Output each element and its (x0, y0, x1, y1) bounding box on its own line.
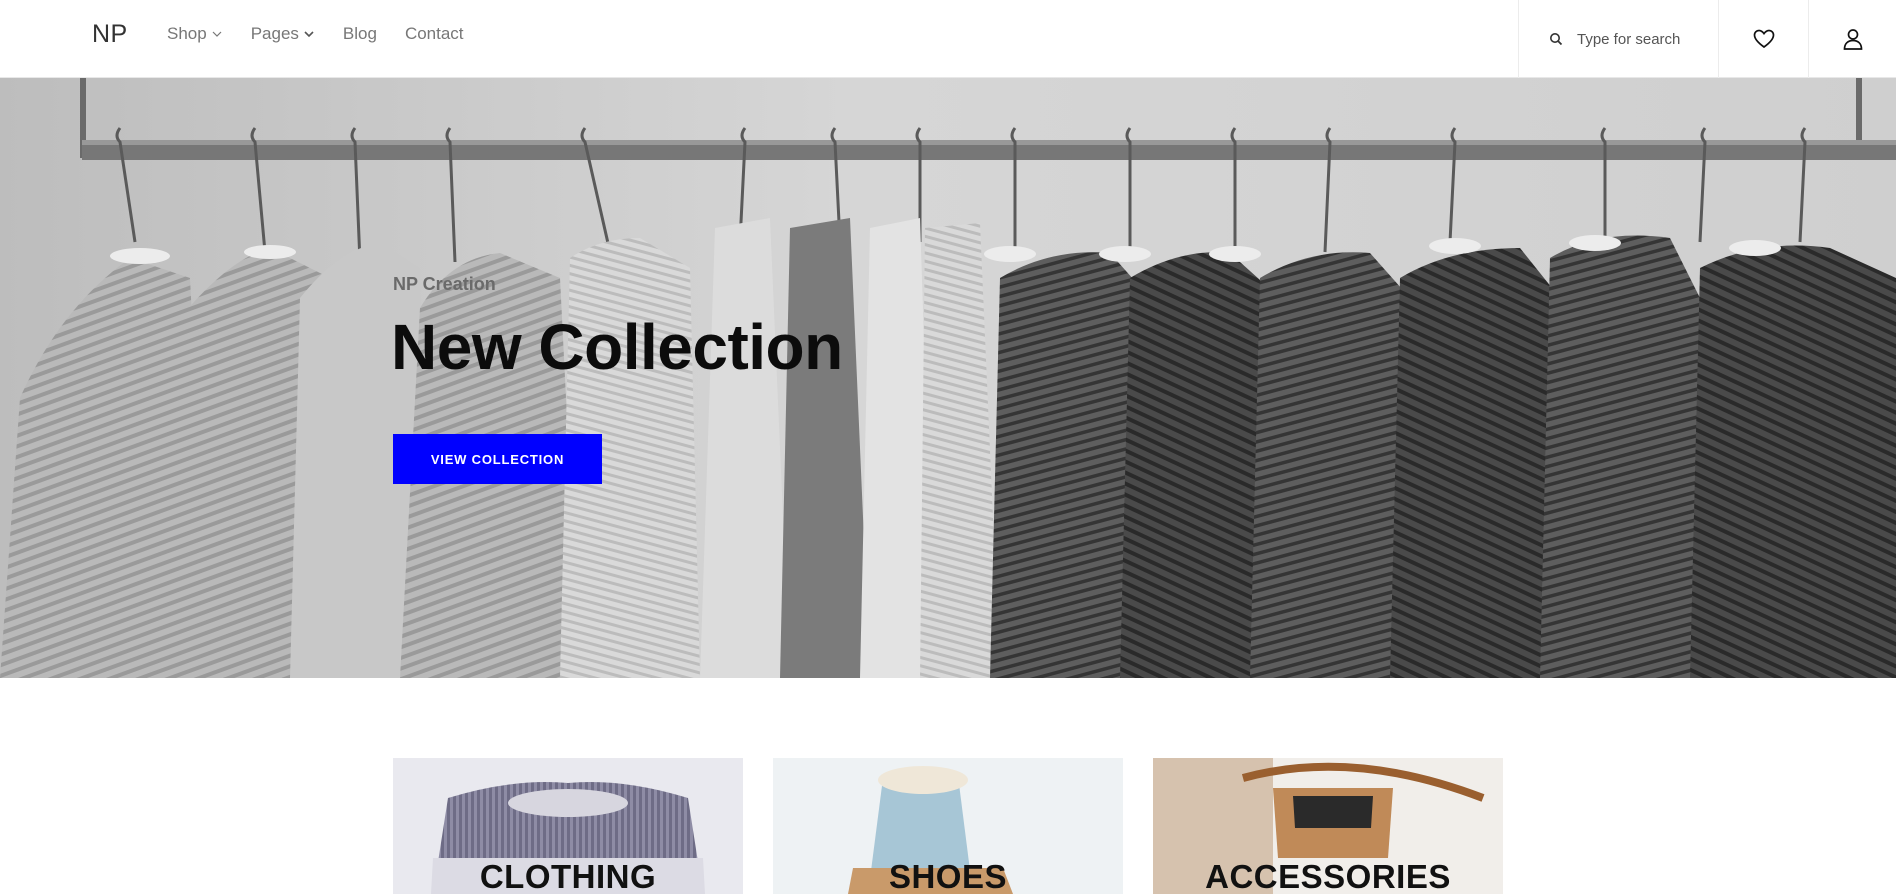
category-card-shoes[interactable]: SHOES (773, 758, 1123, 894)
nav-item-label: Shop (167, 24, 207, 43)
view-collection-button[interactable]: VIEW COLLECTION (393, 434, 602, 484)
nav-item-label: Blog (342, 24, 377, 43)
nav-item-shop[interactable]: Shop (167, 24, 223, 44)
wishlist-button[interactable] (1719, 0, 1809, 78)
search-input[interactable] (1577, 30, 1707, 48)
category-label: ACCESSORIES (1205, 858, 1451, 894)
account-button[interactable] (1809, 0, 1896, 78)
category-label: CLOTHING (479, 858, 657, 894)
nav-item-contact[interactable]: Contact (405, 24, 464, 44)
search-box (1518, 0, 1719, 78)
hero-banner: NP Creation New Collection VIEW COLLECTI… (0, 78, 1896, 678)
hero-subtitle: NP Creation (393, 274, 496, 294)
chevron-down-icon (304, 31, 314, 38)
category-grid: CLOTHING SHOES ACCESSORIES (393, 758, 1503, 894)
category-card-clothing[interactable]: CLOTHING (393, 758, 743, 894)
nav-item-label: Pages (250, 24, 299, 43)
hero-background-image (0, 78, 1896, 678)
category-label: SHOES (888, 858, 1008, 894)
user-icon (1843, 29, 1862, 50)
category-card-accessories[interactable]: ACCESSORIES (1153, 758, 1503, 894)
heart-icon (1753, 29, 1774, 49)
hero-title: New Collection (391, 311, 843, 383)
nav-item-label: Contact (404, 24, 464, 43)
nav-item-blog[interactable]: Blog (343, 24, 377, 44)
search-icon[interactable] (1549, 32, 1563, 46)
nav-item-pages[interactable]: Pages (251, 24, 315, 44)
site-header: NP Shop Pages Blog Contact (0, 0, 1896, 78)
main-nav: Shop Pages Blog Contact (167, 24, 464, 44)
chevron-down-icon (212, 31, 222, 37)
site-logo[interactable]: NP (92, 20, 128, 49)
